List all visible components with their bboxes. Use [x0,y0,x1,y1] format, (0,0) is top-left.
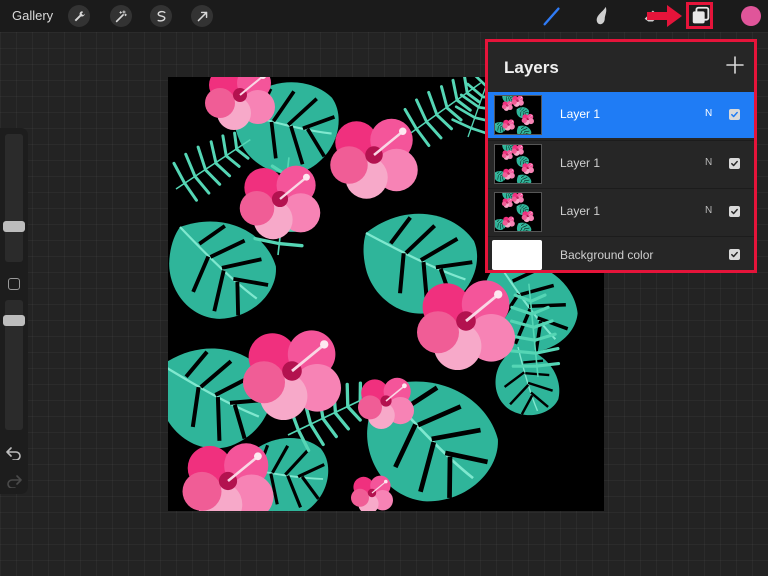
redo-icon[interactable] [6,474,22,488]
brush-icon[interactable] [540,4,564,28]
left-sidebar [0,128,28,494]
layer-row[interactable]: Layer 1 N [488,188,754,235]
layer-name: Layer 1 [560,204,601,218]
layer-row[interactable]: Layer 1 N [488,92,754,138]
background-color-layer[interactable]: Background color [488,236,754,270]
brush-size-thumb[interactable] [3,221,25,232]
background-layer-name: Background color [560,248,654,262]
layer-name: Layer 1 [560,107,601,121]
gallery-button[interactable]: Gallery [12,8,53,23]
layers-panel: Layers Layer 1 N Layer 1 N Layer 1 N Backgrou… [488,42,754,270]
blend-mode-button[interactable]: N [705,108,712,119]
color-swatch[interactable] [741,6,761,26]
layer-thumbnail [494,192,542,232]
layers-highlight-annotation [686,2,713,29]
blend-mode-button[interactable]: N [705,157,712,168]
undo-icon[interactable] [6,446,22,460]
checkmark-icon [731,160,738,167]
layers-panel-title: Layers [504,58,559,77]
actions-wrench-icon[interactable] [68,5,90,27]
visibility-checkbox[interactable] [729,109,740,120]
checkmark-icon [731,111,738,118]
layer-thumbnail [494,144,542,184]
checkmark-icon [731,208,738,215]
top-toolbar: Gallery [0,0,768,32]
layer-thumbnail [494,95,542,135]
transform-arrow-icon[interactable] [191,5,213,27]
modify-button[interactable] [8,278,20,290]
checkmark-icon [731,251,738,258]
brush-size-slider[interactable] [5,134,23,262]
layer-name: Layer 1 [560,156,601,170]
smudge-icon[interactable] [590,4,614,28]
adjustments-wand-icon[interactable] [110,5,132,27]
layer-row[interactable]: Layer 1 N [488,140,754,187]
plus-icon[interactable] [724,54,746,76]
blend-mode-button[interactable]: N [705,205,712,216]
red-arrow-annotation [647,5,682,27]
background-thumbnail [492,240,542,270]
visibility-checkbox[interactable] [729,206,740,217]
visibility-checkbox[interactable] [729,249,740,260]
opacity-thumb[interactable] [3,315,25,326]
selection-icon[interactable] [150,5,172,27]
visibility-checkbox[interactable] [729,158,740,169]
